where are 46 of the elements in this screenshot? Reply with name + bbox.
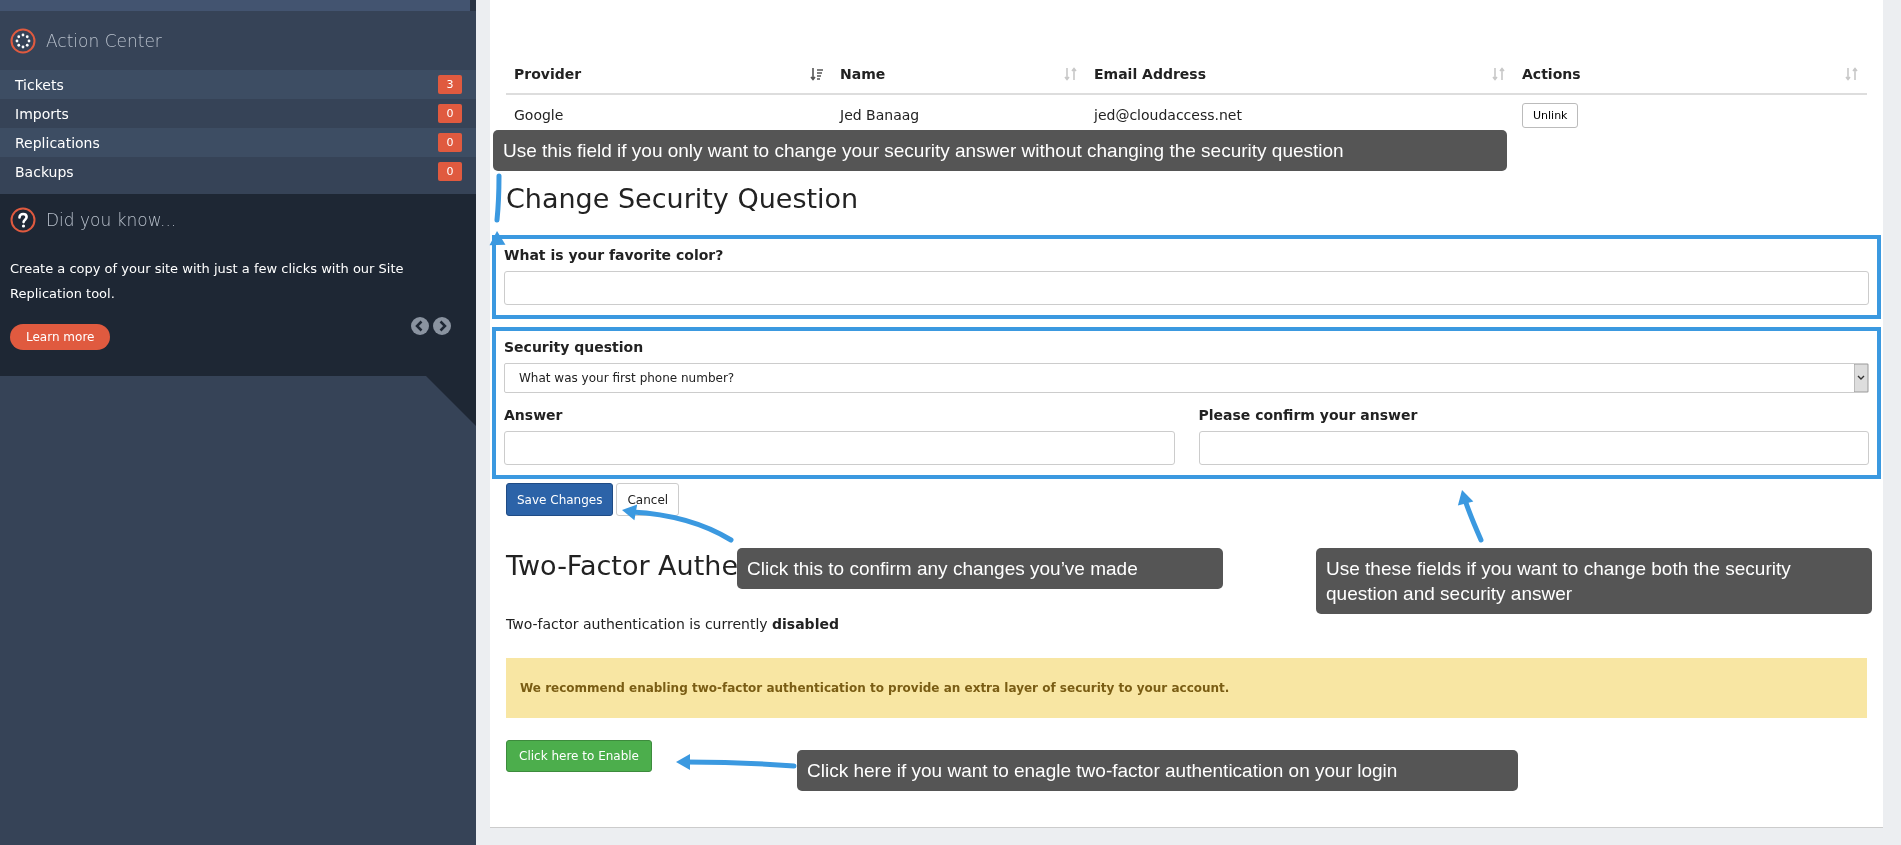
caret-icon xyxy=(1854,364,1868,392)
item-label: Replications xyxy=(15,134,100,151)
item-label: Imports xyxy=(15,105,69,122)
callout: Use this field if you only want to change your security answer without changing the security question xyxy=(493,130,1507,171)
status-text: Two-factor authentication is currently disabled xyxy=(506,616,840,632)
help-icon xyxy=(10,207,36,233)
column-header[interactable]: Provider xyxy=(514,66,582,82)
field-label: Answer xyxy=(504,407,564,423)
sort-icon[interactable] xyxy=(810,67,824,81)
section-title: Action Center xyxy=(46,30,162,51)
sidebar-item[interactable]: Imports 0 xyxy=(0,99,476,128)
field-label: Security question xyxy=(504,339,645,355)
callout: Click here if you want to enagle two-factor authentication on your login xyxy=(797,750,1518,791)
count-badge: 3 xyxy=(438,75,462,94)
arrow xyxy=(1457,490,1484,543)
callout: Click this to confirm any changes you’ve made xyxy=(737,548,1223,589)
warning-alert: We recommend enabling two-factor authentication to provide an extra layer of security to your account. xyxy=(506,658,1867,718)
item-label: Tickets xyxy=(15,76,64,93)
field-label: Please confirm your answer xyxy=(1198,407,1419,423)
column-header[interactable]: Actions xyxy=(1522,66,1581,82)
callout: Use these fields if you want to change both the security question and security answer xyxy=(1316,548,1872,614)
field-label: What is your favorite color? xyxy=(504,247,725,263)
confirm-answer-field[interactable] xyxy=(1198,431,1869,465)
answer-field[interactable] xyxy=(504,271,1869,305)
column-header[interactable]: Email Address xyxy=(1094,66,1206,82)
learn-more-button[interactable]: Learn more xyxy=(10,324,111,350)
answer-field[interactable] xyxy=(504,431,1175,465)
section-heading: Change Security Question xyxy=(506,183,859,216)
previous-icon[interactable] xyxy=(410,316,430,336)
question-dropdown[interactable]: What was your first phone number? xyxy=(504,363,1869,393)
sidebar-item[interactable]: Backups 0 xyxy=(0,157,476,186)
spinner-icon xyxy=(10,27,36,54)
count-badge: 0 xyxy=(438,104,462,123)
tip-text: Create a copy of your site with just a few clicks with our Site Replication tool. xyxy=(10,260,405,303)
count-badge: 0 xyxy=(438,133,462,152)
save-changes-button[interactable]: Save Changes xyxy=(506,483,614,516)
column-header[interactable]: Name xyxy=(840,66,886,82)
next-icon[interactable] xyxy=(432,316,452,336)
item-label: Backups xyxy=(15,163,74,180)
count-badge: 0 xyxy=(438,162,462,181)
dropdown-value: What was your first phone number? xyxy=(519,371,735,385)
unlink-button[interactable]: Unlink xyxy=(1522,102,1579,128)
section-heading: Two-Factor Authe xyxy=(506,550,738,583)
section-title: Did you know... xyxy=(46,210,177,230)
sidebar-item[interactable]: Tickets 3 xyxy=(0,70,476,99)
sidebar-item[interactable]: Replications 0 xyxy=(0,128,476,157)
